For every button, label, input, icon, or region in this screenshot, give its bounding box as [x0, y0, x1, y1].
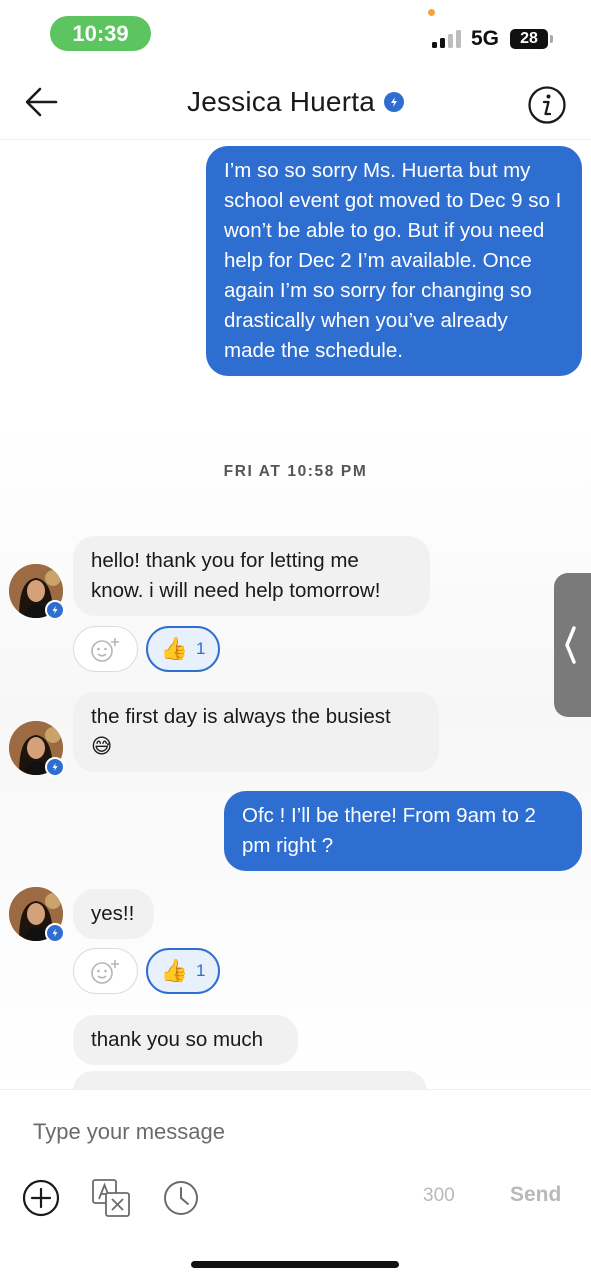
status-time: 10:39: [50, 16, 151, 51]
message-incoming[interactable]: hello! thank you for letting me know. i …: [73, 536, 430, 616]
message-list[interactable]: I’m so so sorry Ms. Huerta but my school…: [0, 141, 591, 1089]
message-outgoing[interactable]: Ofc ! I’ll be there! From 9am to 2 pm ri…: [224, 791, 582, 871]
privacy-indicator-icon: [428, 9, 435, 16]
message-composer: 300 Send: [0, 1089, 591, 1280]
send-button[interactable]: Send: [510, 1183, 561, 1207]
conversation-header: Jessica Huerta: [0, 70, 591, 140]
message-incoming[interactable]: thank you so much: [73, 1015, 298, 1065]
reaction-chip[interactable]: 👍 1: [146, 948, 220, 994]
message-text: thank you so much: [91, 1028, 264, 1051]
message-text: the first day is always the busiest: [91, 705, 391, 728]
plus-circle-icon[interactable]: [21, 1178, 61, 1218]
bolt-badge-icon: [45, 600, 65, 620]
thumbs-up-icon: 👍: [160, 958, 188, 983]
message-incoming-partial[interactable]: [73, 1071, 427, 1089]
thumbs-up-icon: 👍: [160, 636, 188, 661]
message-outgoing[interactable]: I’m so so sorry Ms. Huerta but my school…: [206, 146, 582, 376]
add-reaction-button[interactable]: [73, 948, 138, 994]
add-reaction-icon: [90, 638, 119, 662]
contact-title: Jessica Huerta: [0, 86, 591, 118]
battery-icon: 28: [510, 29, 548, 49]
verified-badge-icon: [384, 92, 404, 112]
reaction-chip[interactable]: 👍 1: [146, 626, 220, 672]
grinning-sweat-emoji-icon: 😅: [91, 735, 113, 758]
info-icon[interactable]: [527, 85, 567, 125]
clock-icon[interactable]: [161, 1178, 201, 1218]
message-text: hello! thank you for letting me know. i …: [91, 549, 381, 602]
contact-name[interactable]: Jessica Huerta: [187, 86, 375, 118]
translate-icon[interactable]: [91, 1178, 131, 1218]
message-incoming[interactable]: the first day is always the busiest 😅: [73, 692, 439, 772]
chevron-left-icon: [565, 626, 576, 664]
bolt-badge-icon: [45, 757, 65, 777]
avatar[interactable]: [9, 564, 65, 620]
message-incoming[interactable]: yes!!: [73, 889, 154, 939]
side-panel-handle[interactable]: [554, 573, 591, 717]
home-indicator[interactable]: [191, 1261, 399, 1268]
message-text: yes!!: [91, 902, 135, 925]
avatar[interactable]: [9, 887, 65, 943]
battery-tip: [550, 35, 553, 43]
message-input[interactable]: [33, 1114, 553, 1150]
network-type: 5G: [471, 27, 500, 50]
reaction-count: 1: [195, 961, 206, 980]
reaction-count: 1: [195, 639, 206, 658]
signal-strength-icon: [432, 30, 464, 48]
status-bar: 10:39 5G 28: [0, 0, 591, 70]
timestamp-divider: FRI AT 10:58 PM: [223, 463, 368, 480]
message-text: Ofc ! I’ll be there! From 9am to 2 pm ri…: [242, 804, 536, 857]
avatar[interactable]: [9, 721, 65, 777]
character-count: 300: [423, 1185, 455, 1206]
message-text: I’m so so sorry Ms. Huerta but my school…: [224, 159, 562, 362]
add-reaction-icon: [90, 960, 119, 984]
add-reaction-button[interactable]: [73, 626, 138, 672]
bolt-badge-icon: [45, 923, 65, 943]
